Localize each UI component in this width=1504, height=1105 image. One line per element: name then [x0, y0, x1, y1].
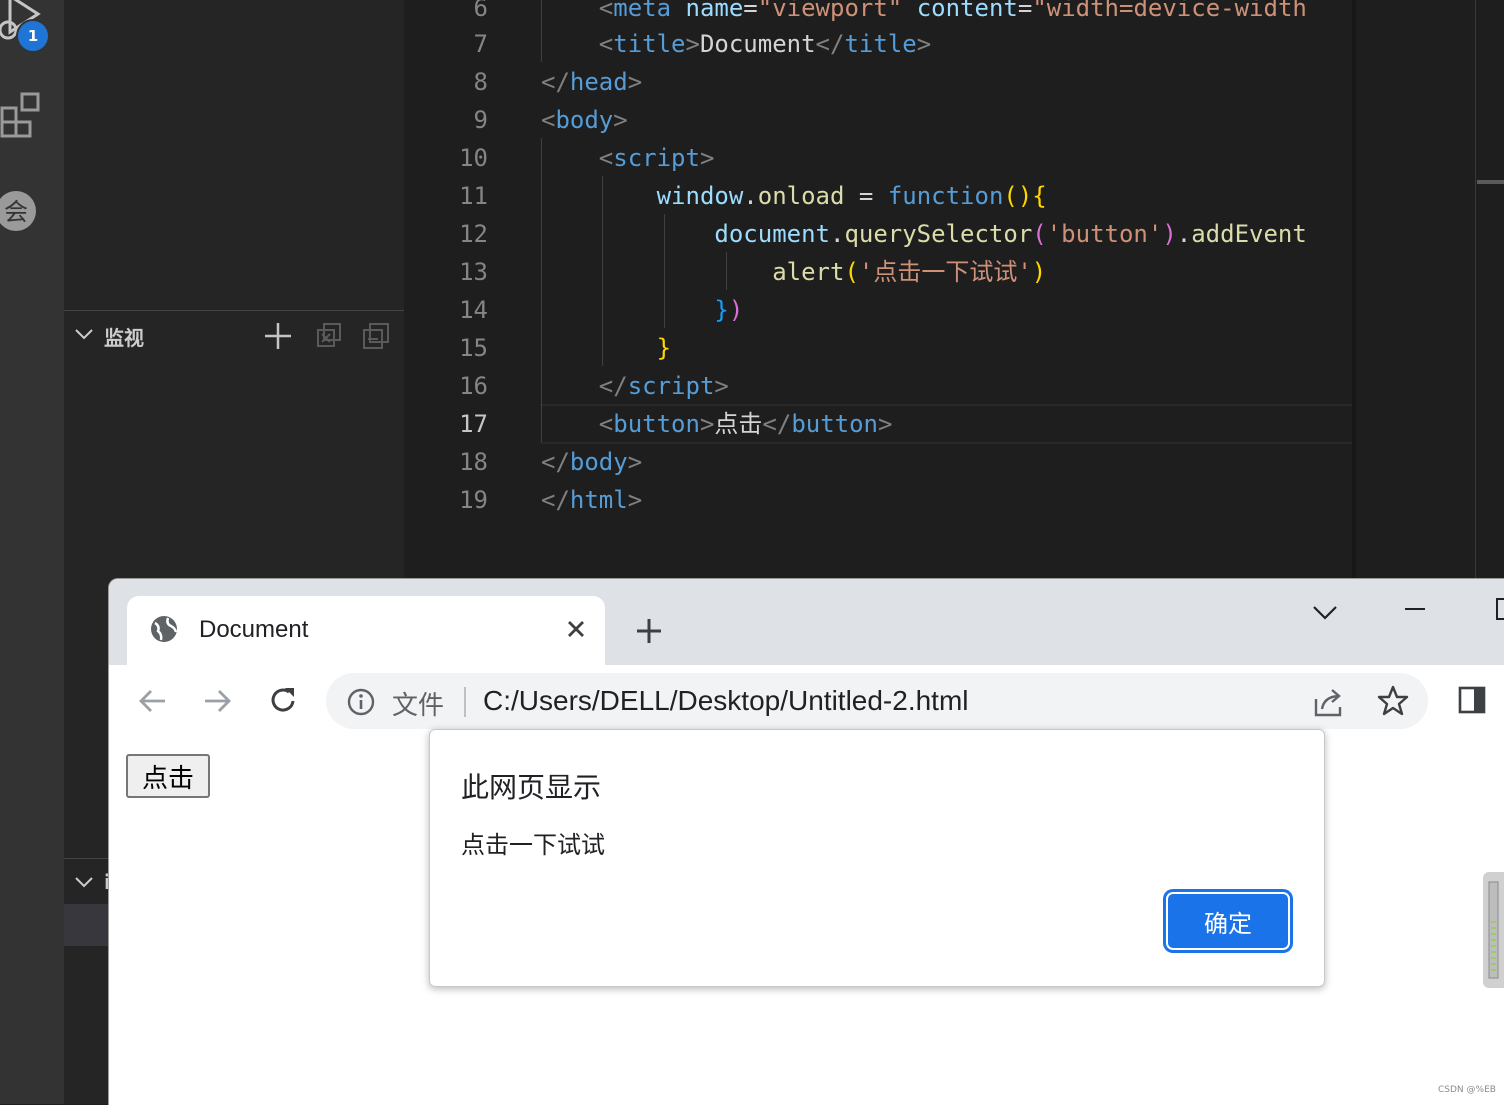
line-number: 17 [459, 410, 488, 438]
back-icon[interactable] [131, 679, 175, 723]
code-line: 8 </head> [404, 63, 1354, 101]
live-share-icon[interactable]: 会 [0, 186, 46, 232]
side-panel-icon[interactable] [1457, 685, 1487, 715]
code-text: } [656, 334, 672, 362]
code-line: 19 </html> [404, 481, 1354, 519]
code-line: 10 <script> [404, 139, 1354, 177]
line-number: 11 [459, 182, 488, 210]
line-number: 6 [473, 0, 488, 22]
line-number: 16 [459, 372, 488, 400]
divider [64, 310, 404, 311]
file-scheme-label: 文件 [392, 691, 445, 721]
chevron-down-icon[interactable] [74, 324, 94, 344]
scrollbar-thumb[interactable] [1477, 180, 1504, 184]
maximize-icon[interactable] [1487, 593, 1504, 633]
watch-section-header[interactable]: 监视 [64, 312, 404, 358]
vertical-scrollbar[interactable] [1475, 0, 1476, 580]
line-number: 10 [459, 144, 488, 172]
code-line: 15 } [404, 329, 1354, 367]
chevron-down-icon[interactable] [1305, 593, 1345, 633]
ok-button[interactable]: 确定 [1166, 892, 1290, 950]
close-icon[interactable] [559, 612, 593, 646]
line-number: 12 [459, 220, 488, 248]
code-text: <button>点击</button> [598, 410, 893, 438]
forward-icon[interactable] [195, 679, 239, 723]
code-text: </head> [541, 68, 643, 96]
code-line: 16 </script> [404, 367, 1354, 405]
svg-text:会: 会 [4, 198, 28, 226]
code-text: </script> [598, 372, 729, 400]
code-line: 17 <button>点击</button> [404, 405, 1354, 443]
browser-toolbar: 文件 C:/Users/DELL/Desktop/Untitled-2.html [109, 665, 1504, 738]
dialog-message: 点击一下试试 [461, 831, 605, 859]
code-text: <title>Document</title> [598, 30, 932, 58]
line-number: 15 [459, 334, 488, 362]
code-text: window.onload = function(){ [656, 182, 1047, 210]
code-line: 11 window.onload = function(){ [404, 177, 1354, 215]
tab-title: Document [199, 616, 309, 643]
minimap[interactable] [1352, 0, 1356, 580]
extensions-icon[interactable] [0, 90, 46, 138]
line-number: 9 [473, 106, 488, 134]
add-expression-icon[interactable] [262, 320, 294, 352]
tab-document[interactable]: Document [127, 596, 605, 665]
page-click-button[interactable]: 点击 [126, 754, 210, 798]
code-text: alert('点击一下试试') [772, 258, 1047, 286]
code-line: 9 <body> [404, 101, 1354, 139]
url-text[interactable]: C:/Users/DELL/Desktop/Untitled-2.html [483, 685, 969, 717]
collapse-all-icon[interactable] [360, 320, 392, 352]
code-line: 6 <meta name="viewport" content="width=d… [404, 0, 1354, 27]
code-line: 18 </body> [404, 443, 1354, 481]
code-editor[interactable]: 6 <meta name="viewport" content="width=d… [404, 0, 1504, 580]
line-number: 19 [459, 486, 488, 514]
globe-icon [151, 616, 178, 642]
line-number: 8 [473, 68, 488, 96]
activity-bar: 1 会 [0, 0, 64, 1104]
divider [464, 687, 466, 717]
code-text: }) [714, 296, 744, 324]
code-line: 12 document.querySelector('button').addE… [404, 215, 1354, 253]
bookmark-star-icon[interactable] [1376, 684, 1410, 718]
line-number: 18 [459, 448, 488, 476]
address-bar[interactable]: 文件 C:/Users/DELL/Desktop/Untitled-2.html [326, 673, 1428, 729]
alert-dialog: 此网页显示 点击一下试试 确定 [429, 729, 1325, 987]
line-number: 7 [473, 30, 488, 58]
code-text: </html> [541, 486, 643, 514]
tab-strip: Document [109, 579, 1504, 665]
volume-meter-icon [1488, 881, 1499, 979]
code-text: </body> [541, 448, 643, 476]
line-number: 14 [459, 296, 488, 324]
side-widget[interactable] [1483, 872, 1504, 988]
debug-badge: 1 [18, 21, 48, 51]
watch-title: 监视 [104, 326, 144, 350]
watermark: CSDN @%EB [1438, 1085, 1496, 1095]
line-number: 13 [459, 258, 488, 286]
code-line: 14 }) [404, 291, 1354, 329]
code-text: <script> [598, 144, 715, 172]
code-text: <body> [541, 106, 628, 134]
share-icon[interactable] [1312, 685, 1346, 719]
code-line: 7 <title>Document</title> [404, 25, 1354, 63]
reload-icon[interactable] [261, 679, 305, 723]
code-line: 13 alert('点击一下试试') [404, 253, 1354, 291]
code-text: <meta name="viewport" content="width=dev… [598, 0, 1307, 22]
refresh-icon[interactable] [312, 320, 344, 352]
minimize-icon[interactable] [1395, 593, 1435, 633]
code-text: document.querySelector('button').addEven… [714, 220, 1307, 248]
info-icon[interactable] [346, 687, 376, 717]
new-tab-icon[interactable] [629, 611, 669, 651]
chevron-down-icon[interactable] [74, 872, 94, 892]
dialog-title: 此网页显示 [461, 771, 602, 804]
